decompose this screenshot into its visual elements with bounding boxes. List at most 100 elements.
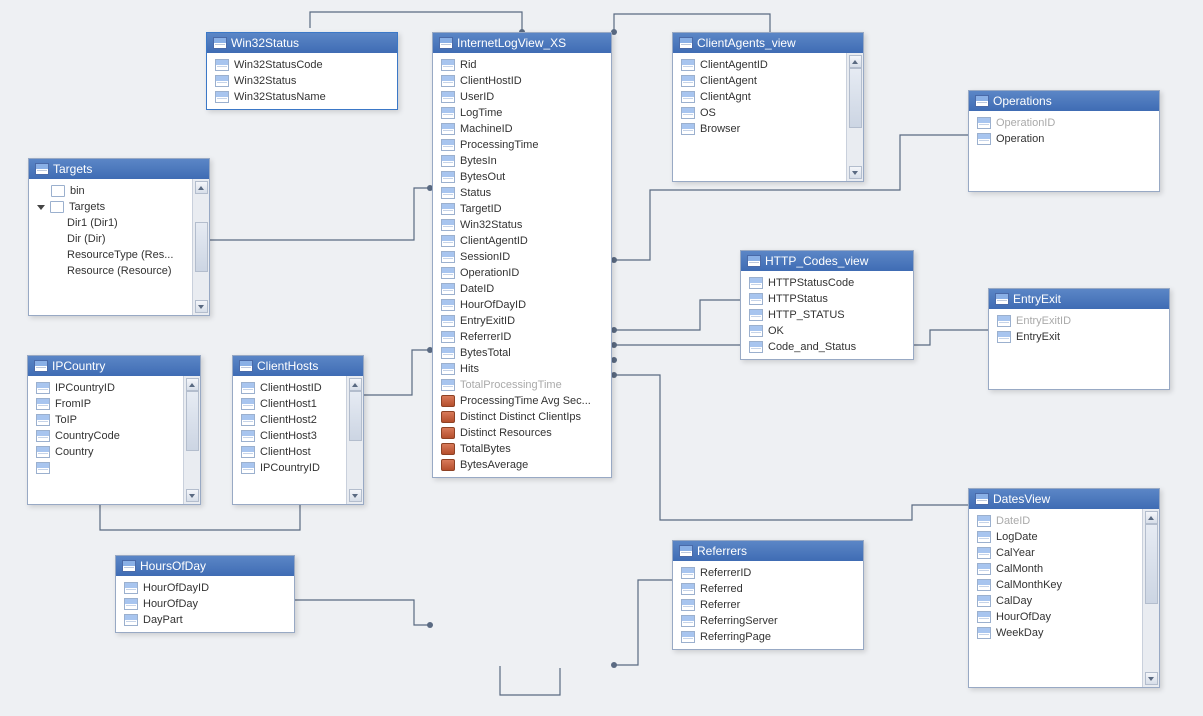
scroll-up-button[interactable] [849,55,862,68]
column[interactable]: Referrer [675,597,861,613]
column[interactable]: ClientHostID [235,380,344,396]
column[interactable]: IPCountryID [30,380,181,396]
column[interactable]: OK [743,323,911,339]
table-header[interactable]: ClientHosts [233,356,363,376]
column[interactable]: Distinct Distinct ClientIps [435,409,609,425]
tree-item[interactable]: ResourceType (Res... [31,247,190,263]
column[interactable] [30,460,181,476]
scroll-up-button[interactable] [1145,511,1158,524]
scrollbar[interactable] [183,376,200,504]
column[interactable]: HTTPStatusCode [743,275,911,291]
column[interactable]: Distinct Resources [435,425,609,441]
scrollbar[interactable] [192,179,209,315]
column[interactable]: CountryCode [30,428,181,444]
table-header[interactable]: ClientAgents_view [673,33,863,53]
column[interactable]: ClientHostID [435,73,609,89]
table-clientagents[interactable]: ClientAgents_view ClientAgentIDClientAge… [672,32,864,182]
column[interactable]: BytesAverage [435,457,609,473]
table-header[interactable]: InternetLogView_XS [433,33,611,53]
table-header[interactable]: EntryExit [989,289,1169,309]
table-internetlogview[interactable]: InternetLogView_XS RidClientHostIDUserID… [432,32,612,478]
column[interactable]: HourOfDay [971,609,1140,625]
column[interactable]: ClientAgentID [675,57,844,73]
tree-item[interactable]: Resource (Resource) [31,263,190,279]
table-win32status[interactable]: Win32Status Win32StatusCode Win32Status … [206,32,398,110]
table-datesview[interactable]: DatesView DateIDLogDateCalYearCalMonthCa… [968,488,1160,688]
column[interactable]: ProcessingTime [435,137,609,153]
column[interactable]: ReferringServer [675,613,861,629]
column[interactable]: LogDate [971,529,1140,545]
scroll-down-button[interactable] [195,300,208,313]
table-httpcodes[interactable]: HTTP_Codes_view HTTPStatusCodeHTTPStatus… [740,250,914,360]
column[interactable]: HourOfDayID [118,580,292,596]
table-entryexit[interactable]: EntryExit EntryExitID EntryExit [988,288,1170,390]
table-header[interactable]: Win32Status [207,33,397,53]
column[interactable]: TotalProcessingTime [435,377,609,393]
column[interactable]: Operation [971,131,1157,147]
column[interactable]: ToIP [30,412,181,428]
tree-item[interactable]: Dir (Dir) [31,231,190,247]
column[interactable]: BytesOut [435,169,609,185]
column[interactable]: DateID [435,281,609,297]
column[interactable]: ReferringPage [675,629,861,645]
column[interactable]: Win32Status [435,217,609,233]
column[interactable]: ClientHost1 [235,396,344,412]
column[interactable]: ClientAgnt [675,89,844,105]
scroll-thumb[interactable] [349,391,362,441]
column[interactable]: Referred [675,581,861,597]
scroll-up-button[interactable] [186,378,199,391]
column[interactable]: CalMonthKey [971,577,1140,593]
column[interactable]: CalYear [971,545,1140,561]
column[interactable]: EntryExit [991,329,1167,345]
column[interactable]: ClientHost2 [235,412,344,428]
column[interactable]: Rid [435,57,609,73]
table-clienthosts[interactable]: ClientHosts ClientHostIDClientHost1Clien… [232,355,364,505]
scrollbar[interactable] [346,376,363,504]
column[interactable]: Browser [675,121,844,137]
table-header[interactable]: HTTP_Codes_view [741,251,913,271]
column[interactable]: Win32StatusName [209,89,395,105]
scroll-down-button[interactable] [1145,672,1158,685]
column[interactable]: MachineID [435,121,609,137]
column[interactable]: DateID [971,513,1140,529]
column[interactable]: ClientAgentID [435,233,609,249]
column[interactable]: ClientHost [235,444,344,460]
column[interactable]: Code_and_Status [743,339,911,355]
column[interactable]: HourOfDay [118,596,292,612]
column[interactable]: OS [675,105,844,121]
scroll-thumb[interactable] [186,391,199,451]
scrollbar[interactable] [846,53,863,181]
table-ipcountry[interactable]: IPCountry IPCountryIDFromIPToIPCountryCo… [27,355,201,505]
column[interactable]: Country [30,444,181,460]
column[interactable]: TotalBytes [435,441,609,457]
column[interactable]: Win32Status [209,73,395,89]
table-header[interactable]: DatesView [969,489,1159,509]
column[interactable]: Status [435,185,609,201]
table-targets[interactable]: Targets bin Targets Dir1 (Dir1) Dir (Dir… [28,158,210,316]
scroll-up-button[interactable] [195,181,208,194]
column[interactable]: ClientHost3 [235,428,344,444]
column[interactable]: OperationID [971,115,1157,131]
table-header[interactable]: HoursOfDay [116,556,294,576]
scroll-down-button[interactable] [186,489,199,502]
column[interactable]: ReferrerID [435,329,609,345]
tree-item[interactable]: Dir1 (Dir1) [31,215,190,231]
scroll-up-button[interactable] [349,378,362,391]
column[interactable]: HourOfDayID [435,297,609,313]
column[interactable]: LogTime [435,105,609,121]
column[interactable]: ClientAgent [675,73,844,89]
column[interactable]: IPCountryID [235,460,344,476]
scroll-down-button[interactable] [849,166,862,179]
column[interactable]: HTTPStatus [743,291,911,307]
table-hoursofday[interactable]: HoursOfDay HourOfDayID HourOfDay DayPart [115,555,295,633]
column[interactable]: ReferrerID [675,565,861,581]
scroll-thumb[interactable] [849,68,862,128]
column[interactable]: Win32StatusCode [209,57,395,73]
column[interactable]: UserID [435,89,609,105]
scroll-thumb[interactable] [195,222,208,272]
scroll-thumb[interactable] [1145,524,1158,604]
column[interactable]: DayPart [118,612,292,628]
column[interactable]: BytesIn [435,153,609,169]
table-header[interactable]: Operations [969,91,1159,111]
table-header[interactable]: Referrers [673,541,863,561]
